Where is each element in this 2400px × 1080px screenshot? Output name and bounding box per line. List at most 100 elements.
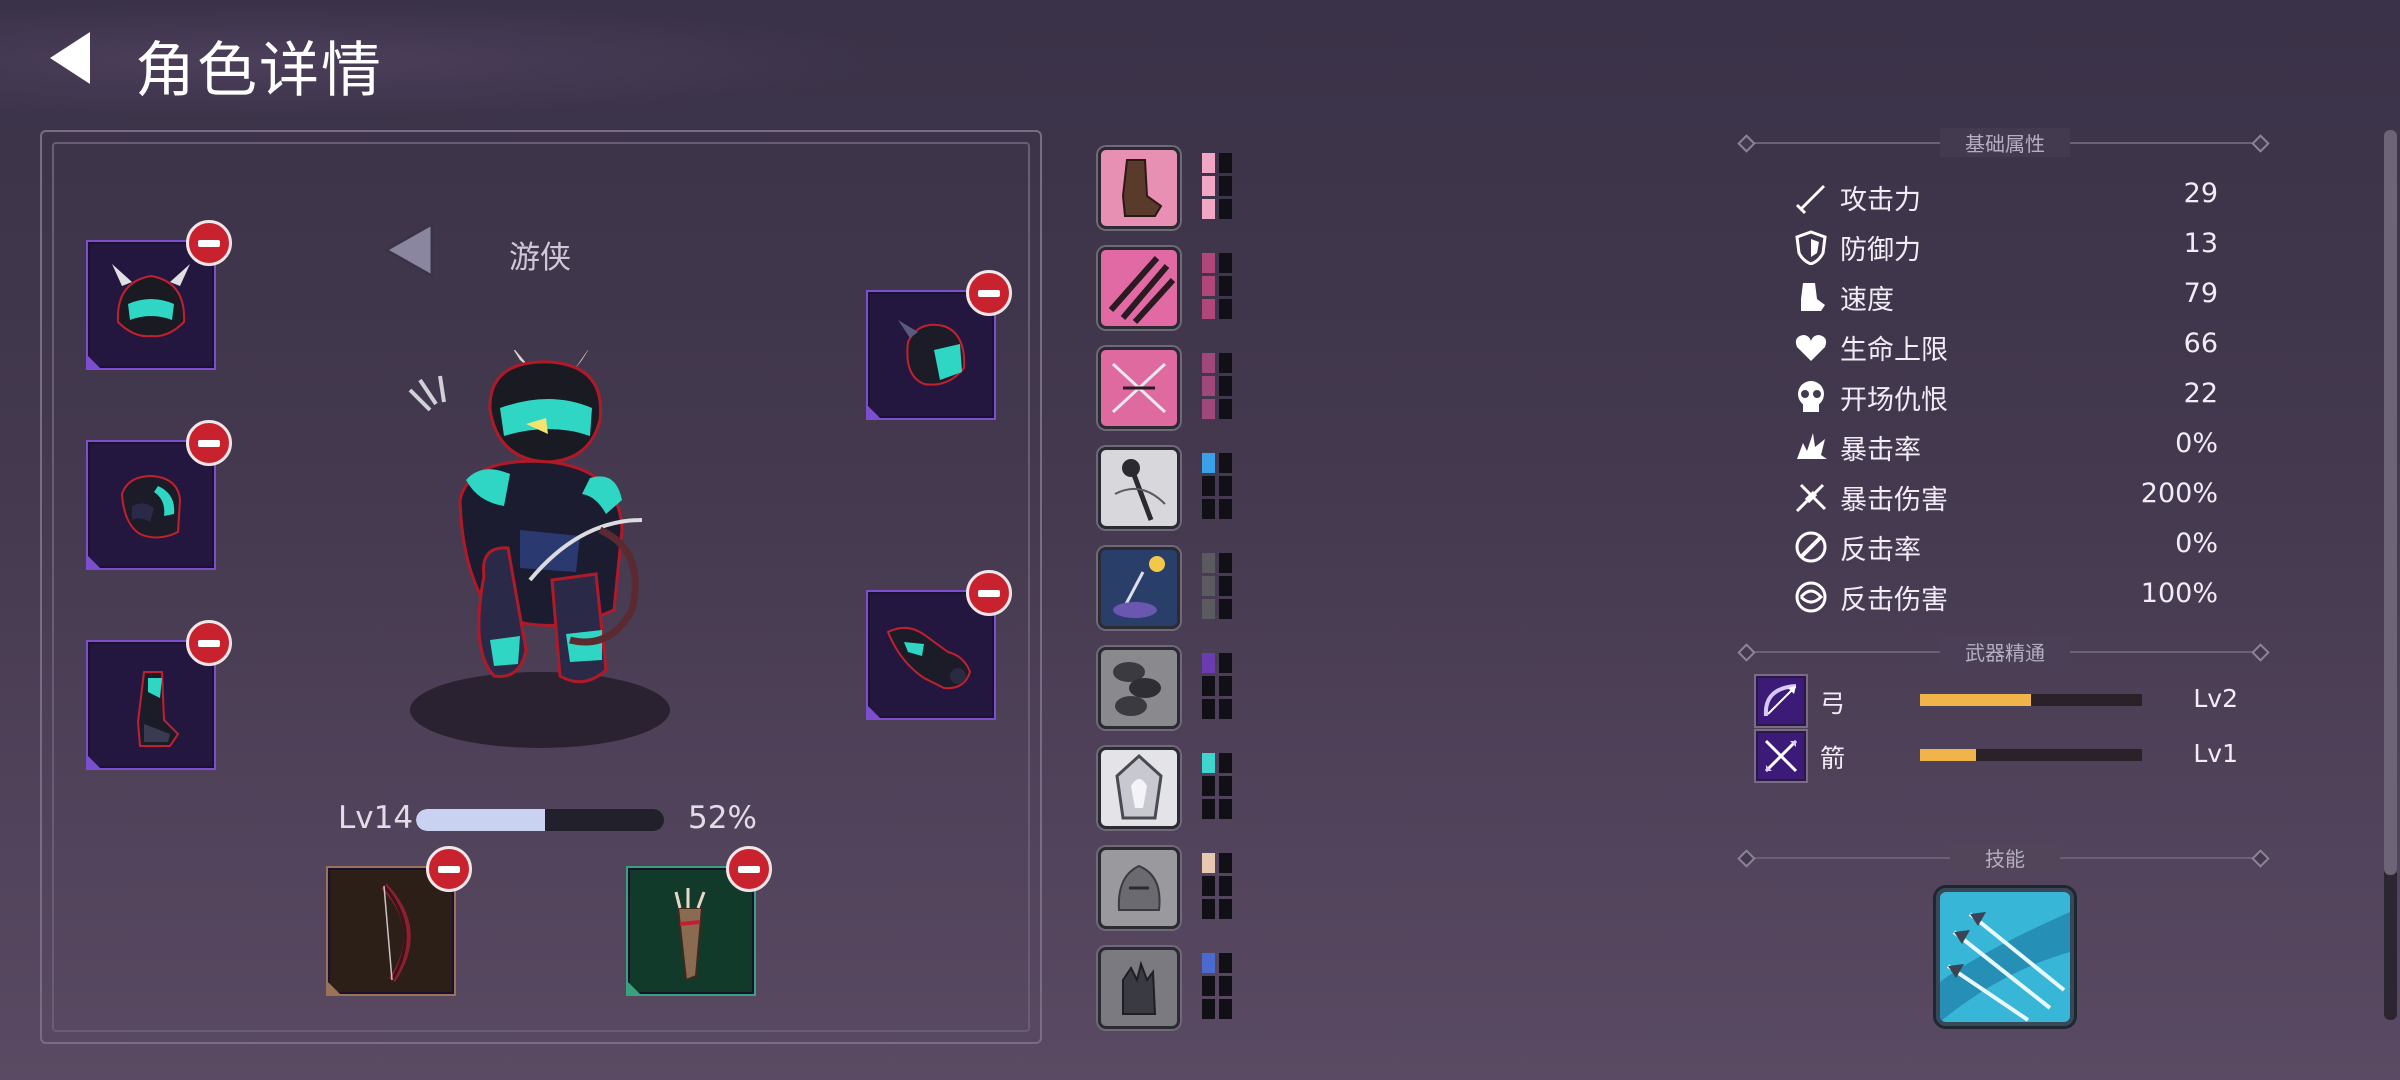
stat-label: 暴击率 <box>1840 435 1921 466</box>
trait-pip <box>1219 876 1232 896</box>
trait-pip <box>1202 999 1215 1019</box>
character-portrait <box>370 344 690 770</box>
remove-shoulder-button[interactable] <box>966 270 1012 316</box>
trait-claw-slash[interactable] <box>1098 247 1180 329</box>
trait-pip <box>1219 299 1232 319</box>
stat-value: 0% <box>2175 428 2218 459</box>
trait-pip <box>1219 476 1232 496</box>
trait-pip <box>1219 453 1232 473</box>
trait-staff[interactable] <box>1098 447 1180 529</box>
coins-icon <box>1101 650 1177 726</box>
stat-value: 22 <box>2183 378 2218 409</box>
trait-pip <box>1202 876 1215 896</box>
trait-pip <box>1202 699 1215 719</box>
magic-bowl-icon <box>1101 550 1177 626</box>
trait-level-pips <box>1202 453 1232 519</box>
trait-pip <box>1219 776 1232 796</box>
trait-pip <box>1202 299 1215 319</box>
mastery-label: 弓 <box>1820 689 1846 718</box>
crossed-arrows-icon <box>1101 350 1177 426</box>
remove-bow-button[interactable] <box>426 846 472 892</box>
stat-label: 速度 <box>1840 285 1894 316</box>
stat-value: 100% <box>2140 578 2218 609</box>
trait-pip <box>1219 253 1232 273</box>
trait-pip <box>1202 676 1215 696</box>
divider-diamond-left <box>1737 643 1756 662</box>
trait-pip <box>1219 753 1232 773</box>
trait-crossed-arrows[interactable] <box>1098 347 1180 429</box>
trait-pip <box>1202 399 1215 419</box>
stat-value: 200% <box>2140 478 2218 509</box>
class-name: 游侠 <box>509 240 571 276</box>
divider-diamond-right <box>2251 849 2270 868</box>
staff-icon <box>1101 450 1177 526</box>
trait-pip <box>1202 653 1215 673</box>
skills-section-title: 技能 <box>1950 843 2060 872</box>
divider-diamond-left <box>1737 849 1756 868</box>
trait-pip <box>1202 376 1215 396</box>
stat-value: 0% <box>2175 528 2218 559</box>
scrollbar[interactable] <box>2384 130 2397 1020</box>
trait-pip <box>1202 899 1215 919</box>
mastery-label: 箭 <box>1820 744 1846 773</box>
remove-quiver-button[interactable] <box>726 846 772 892</box>
triangle-left-icon <box>382 221 434 279</box>
stat-label: 暴击伤害 <box>1840 485 1948 516</box>
remove-chest-button[interactable] <box>186 420 232 466</box>
mastery-progress-fill <box>1920 749 1976 761</box>
class-prev-button[interactable] <box>380 218 440 282</box>
counter-damage-icon <box>1793 579 1829 615</box>
trait-pip <box>1219 353 1232 373</box>
trait-pip <box>1219 499 1232 519</box>
boot-icon <box>1793 279 1829 315</box>
exp-percent: 52% <box>688 800 757 836</box>
exp-bar <box>416 809 664 831</box>
stat-label: 攻击力 <box>1840 185 1921 216</box>
trait-pip <box>1219 999 1232 1019</box>
trait-pip <box>1202 799 1215 819</box>
trait-level-pips <box>1202 153 1232 219</box>
trait-pip <box>1202 153 1215 173</box>
trait-stone-golem[interactable] <box>1098 847 1180 929</box>
trait-pip <box>1202 553 1215 573</box>
trait-pip <box>1219 199 1232 219</box>
stat-value: 29 <box>2183 178 2218 209</box>
trait-pip <box>1219 553 1232 573</box>
shield-icon <box>1793 229 1829 266</box>
ranger-sprite-icon <box>408 344 670 748</box>
trait-pip <box>1202 976 1215 996</box>
remove-gloves-button[interactable] <box>966 570 1012 616</box>
trait-pip <box>1202 476 1215 496</box>
trait-boot-kick[interactable] <box>1098 147 1180 229</box>
trait-pip <box>1202 853 1215 873</box>
trait-pip <box>1219 653 1232 673</box>
trait-pip <box>1202 276 1215 296</box>
trait-pip <box>1202 199 1215 219</box>
trait-pip <box>1219 853 1232 873</box>
ice-shield-icon <box>1101 750 1177 826</box>
trait-level-pips <box>1202 953 1232 1019</box>
arrow-mastery-icon <box>1756 731 1806 781</box>
back-button[interactable] <box>42 28 102 88</box>
trait-ice-shield[interactable] <box>1098 747 1180 829</box>
scrollbar-thumb[interactable] <box>2384 130 2397 875</box>
trait-hand-relic[interactable] <box>1098 947 1180 1029</box>
remove-boots-button[interactable] <box>186 620 232 666</box>
trait-pip <box>1202 176 1215 196</box>
trait-magic-bowl[interactable] <box>1098 547 1180 629</box>
trait-level-pips <box>1202 353 1232 419</box>
trait-coins[interactable] <box>1098 647 1180 729</box>
stats-section-title: 基础属性 <box>1940 128 2070 157</box>
remove-helmet-button[interactable] <box>186 220 232 266</box>
hand-relic-icon <box>1101 950 1177 1026</box>
page-title: 角色详情 <box>135 36 383 106</box>
trait-pip <box>1219 376 1232 396</box>
trait-pip <box>1219 699 1232 719</box>
mastery-section-title: 武器精通 <box>1940 637 2070 666</box>
divider-diamond-right <box>2251 134 2270 153</box>
crit-burst-icon <box>1793 429 1829 465</box>
stat-value: 13 <box>2183 228 2218 259</box>
mastery-progress-fill <box>1920 694 2031 706</box>
trait-pip <box>1202 776 1215 796</box>
skill-arrow-volley[interactable] <box>1936 888 2074 1026</box>
